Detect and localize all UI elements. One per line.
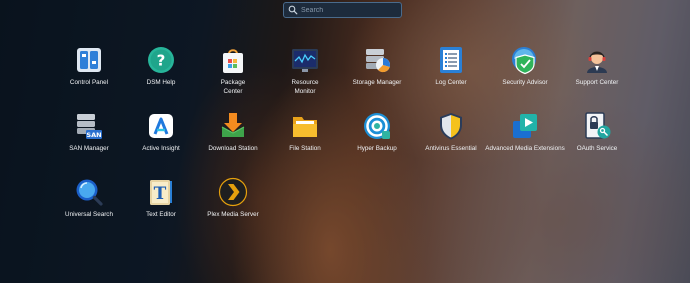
app-label: Text Editor bbox=[146, 211, 176, 218]
app-label: Plex Media Server bbox=[207, 211, 259, 218]
app-plex-media-server[interactable]: Plex Media Server bbox=[193, 177, 273, 220]
san-badge: SAN bbox=[86, 131, 101, 139]
package-center-icon bbox=[223, 49, 243, 73]
antivirus-icon bbox=[440, 113, 462, 140]
app-label: Hyper Backup bbox=[357, 145, 397, 152]
support-center-icon bbox=[587, 51, 607, 73]
download-station-icon bbox=[221, 113, 245, 137]
oauth-service-icon bbox=[585, 112, 611, 139]
app-advanced-media-extensions[interactable]: Advanced Media Extensions bbox=[485, 111, 565, 154]
search-input[interactable] bbox=[298, 4, 401, 16]
app-label: Active Insight bbox=[142, 145, 180, 152]
app-san-manager[interactable]: SAN SAN Manager bbox=[49, 111, 129, 154]
app-control-panel[interactable]: Control Panel bbox=[49, 45, 129, 88]
app-label: Universal Search bbox=[65, 211, 113, 218]
log-center-icon bbox=[440, 47, 462, 73]
app-package-center[interactable]: Package Center bbox=[193, 45, 273, 96]
text-editor-badge: T bbox=[154, 184, 167, 204]
search-bar[interactable] bbox=[283, 2, 402, 18]
hyper-backup-icon bbox=[364, 113, 390, 139]
app-label: OAuth Service bbox=[576, 145, 618, 152]
resource-monitor-icon bbox=[292, 49, 318, 72]
plex-icon bbox=[218, 177, 248, 207]
app-label: DSM Help bbox=[146, 79, 176, 86]
app-hyper-backup[interactable]: Hyper Backup bbox=[337, 111, 417, 154]
app-text-editor[interactable]: T Text Editor bbox=[121, 177, 201, 220]
app-label: Control Panel bbox=[69, 79, 109, 86]
help-icon: ? bbox=[148, 47, 174, 73]
storage-manager-icon bbox=[366, 49, 390, 73]
app-oauth-service[interactable]: OAuth Service bbox=[557, 111, 637, 154]
app-label: Download Station bbox=[208, 145, 258, 152]
app-resource-monitor[interactable]: Resource Monitor bbox=[265, 45, 345, 96]
app-label: Security Advisor bbox=[502, 79, 548, 86]
app-active-insight[interactable]: Active Insight bbox=[121, 111, 201, 154]
app-label: Antivirus Essential bbox=[425, 145, 477, 152]
san-manager-icon: SAN bbox=[77, 114, 102, 139]
active-insight-icon bbox=[149, 114, 173, 138]
search-icon bbox=[288, 5, 298, 15]
svg-text:?: ? bbox=[157, 52, 166, 70]
app-log-center[interactable]: Log Center bbox=[411, 45, 491, 88]
app-label: File Station bbox=[289, 145, 321, 152]
security-advisor-icon bbox=[512, 47, 536, 75]
app-label: Log Center bbox=[435, 79, 467, 86]
media-extensions-icon bbox=[513, 114, 537, 138]
app-storage-manager[interactable]: Storage Manager bbox=[337, 45, 417, 88]
app-file-station[interactable]: File Station bbox=[265, 111, 345, 154]
app-label: Package Center bbox=[220, 79, 246, 95]
app-label: Advanced Media Extensions bbox=[485, 145, 565, 152]
app-antivirus-essential[interactable]: Antivirus Essential bbox=[411, 111, 491, 154]
app-download-station[interactable]: Download Station bbox=[193, 111, 273, 154]
app-label: Support Center bbox=[575, 79, 619, 86]
app-dsm-help[interactable]: ? DSM Help bbox=[121, 45, 201, 88]
app-label: Storage Manager bbox=[352, 79, 402, 86]
app-security-advisor[interactable]: Security Advisor bbox=[485, 45, 565, 88]
app-universal-search[interactable]: Universal Search bbox=[49, 177, 129, 220]
file-station-icon bbox=[293, 117, 317, 137]
app-support-center[interactable]: Support Center bbox=[557, 45, 637, 88]
app-label: SAN Manager bbox=[69, 145, 109, 152]
control-panel-icon bbox=[77, 48, 101, 72]
text-editor-icon: T bbox=[150, 180, 172, 205]
universal-search-icon bbox=[76, 179, 103, 206]
app-label: Resource Monitor bbox=[291, 79, 319, 95]
